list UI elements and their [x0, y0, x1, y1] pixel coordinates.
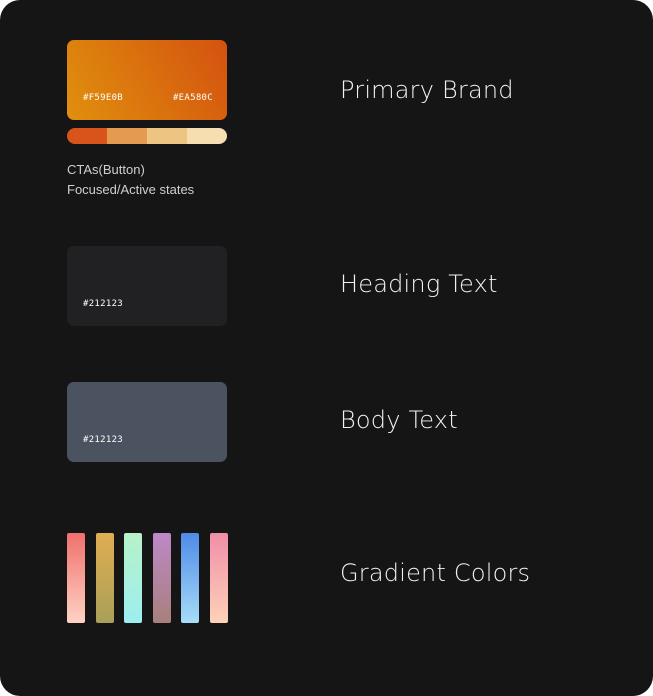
- heading-hex: #212123: [83, 299, 124, 309]
- gradient-bar[interactable]: [67, 533, 85, 623]
- gradient-color-bars: [67, 533, 229, 623]
- gradient-bar[interactable]: [210, 533, 228, 623]
- body-hex: #212123: [83, 435, 124, 445]
- primary-scale-step[interactable]: [147, 128, 187, 144]
- heading-text-swatch[interactable]: #212123: [67, 246, 227, 326]
- gradient-colors-label: Gradient Colors: [340, 559, 531, 587]
- primary-scale-step[interactable]: [67, 128, 107, 144]
- primary-scale-step[interactable]: [187, 128, 227, 144]
- color-palette-card: #F59E0B #EA580C CTAs(Button) Focused/Act…: [0, 0, 653, 696]
- primary-hex-end: #EA580C: [172, 93, 213, 103]
- heading-text-label: Heading Text: [340, 270, 498, 298]
- body-text-label: Body Text: [340, 406, 458, 434]
- gradient-bar[interactable]: [124, 533, 142, 623]
- primary-brand-label: Primary Brand: [340, 76, 514, 104]
- gradient-bar[interactable]: [96, 533, 114, 623]
- primary-usage-line-2: Focused/Active states: [67, 182, 195, 197]
- body-text-swatch[interactable]: #212123: [67, 382, 227, 462]
- primary-hex-start: #F59E0B: [83, 93, 124, 103]
- primary-brand-swatch[interactable]: #F59E0B #EA580C: [67, 40, 227, 120]
- primary-usage-line-1: CTAs(Button): [67, 162, 145, 177]
- primary-scale-step[interactable]: [107, 128, 147, 144]
- gradient-bar[interactable]: [153, 533, 171, 623]
- gradient-bar[interactable]: [181, 533, 199, 623]
- primary-color-scale: [67, 128, 227, 144]
- primary-usage-description: CTAs(Button) Focused/Active states: [67, 160, 194, 200]
